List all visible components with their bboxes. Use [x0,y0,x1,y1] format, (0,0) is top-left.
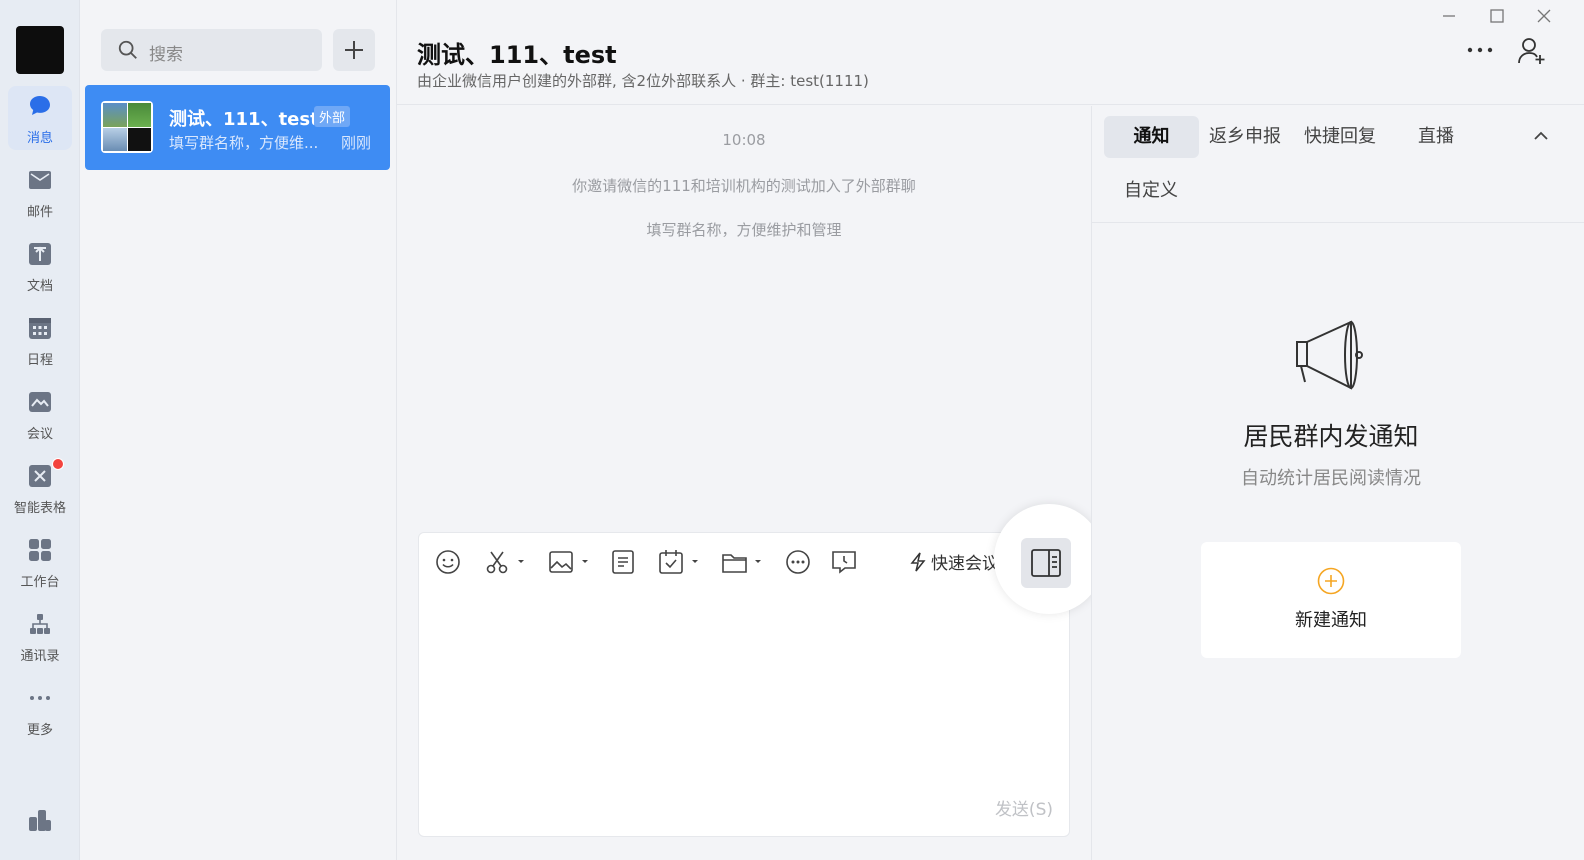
chat-history-button[interactable] [831,549,857,575]
conversation-preview: 填写群名称，方便维... [169,134,319,152]
emoji-button[interactable] [435,549,461,575]
nav-rail: 消息 邮件 文档 日程 会议 智能表格 工作台 通讯录 更多 [0,0,80,860]
chat-title: 测试、111、test [417,41,617,69]
system-message: 填写群名称，方便维护和管理 [646,221,842,239]
search-input[interactable]: 搜索 [101,29,322,71]
maximize-icon[interactable] [1487,6,1507,26]
nav-item-calendar[interactable]: 日程 [8,308,72,372]
side-panel: 通知 返乡申报 快捷回复 直播 自定义 居民群内发通知 自动统计居民阅读情况 新… [1091,106,1584,860]
megaphone-icon [1296,320,1363,390]
system-message: 你邀请微信的111和培训机构的测试加入了外部群聊 [572,177,916,195]
external-tag: 外部 [314,106,351,127]
file-button[interactable] [722,549,766,575]
nav-label: 更多 [26,723,53,738]
tab-notice[interactable]: 通知 [1104,116,1199,158]
nav-item-workbench[interactable]: 工作台 [8,530,72,594]
schedule-button[interactable] [659,549,703,575]
conversation-list-panel: 搜索 测试、111、test 外部 填写群名称，方便维... 刚刚 [80,0,397,860]
nav-label: 通讯录 [20,649,60,664]
workbench-icon [29,539,51,561]
conversation-time: 刚刚 [341,134,372,152]
folder-icon [722,554,761,573]
more-tools-button[interactable] [785,549,811,575]
nav-label: 文档 [26,279,53,294]
quick-meeting-label: 快速会议 [931,554,999,574]
chat-header: 测试、111、test 由企业微信用户创建的外部群, 含2位外部联系人 · 群主… [397,0,1584,105]
document-button[interactable] [611,549,635,575]
nav-label: 工作台 [20,575,60,590]
nav-item-more[interactable]: 更多 [8,678,72,742]
add-button[interactable] [333,29,375,71]
nav-item-messages[interactable]: 消息 [8,86,72,150]
nav-item-meeting[interactable]: 会议 [8,382,72,446]
nav-item-contacts[interactable]: 通讯录 [8,604,72,668]
settings-icon[interactable] [28,808,52,832]
conversation-title: 测试、111、test [169,109,319,130]
nav-label: 会议 [26,427,53,442]
chat-history-icon [832,551,856,574]
calendar-icon [29,318,51,339]
screenshot-button[interactable] [485,549,529,575]
chat-subtitle: 由企业微信用户创建的外部群, 含2位外部联系人 · 群主: test(1111) [417,72,869,90]
new-notice-button[interactable]: 新建通知 [1201,542,1461,658]
quick-meeting-button[interactable]: 快速会议 [909,549,999,574]
message-composer[interactable]: 快速会议 发送(S) [418,532,1070,837]
plus-circle-icon [1317,567,1345,595]
tab-live[interactable]: 直播 [1406,116,1466,158]
notice-subtitle: 自动统计居民阅读情况 [1241,468,1421,489]
send-button[interactable]: 发送(S) [995,795,1053,820]
nav-item-docs[interactable]: 文档 [8,234,72,298]
smart-table-icon [29,465,51,487]
calendar-check-icon [659,550,698,574]
user-avatar[interactable] [16,26,64,74]
nav-item-mail[interactable]: 邮件 [8,160,72,224]
message-timestamp: 10:08 [722,131,766,149]
document-icon [612,550,634,574]
lightning-icon [910,552,926,572]
conversation-item[interactable]: 测试、111、test 外部 填写群名称，方便维... 刚刚 [85,85,390,170]
tabs-divider [1092,222,1584,223]
mail-icon [29,171,51,189]
tab-custom[interactable]: 自定义 [1112,170,1190,212]
chevron-up-icon[interactable] [1532,129,1550,143]
tab-quick-reply[interactable]: 快捷回复 [1292,116,1388,158]
add-member-icon[interactable] [1517,36,1547,66]
more-options-icon[interactable] [1465,38,1495,62]
notice-title: 居民群内发通知 [1243,422,1419,451]
plus-icon [345,41,363,59]
image-icon [549,551,588,573]
sidepanel-icon [1031,549,1061,577]
more-circle-icon [786,550,810,574]
search-placeholder: 搜索 [149,45,183,65]
nav-label: 消息 [26,131,53,146]
doc-icon [29,243,51,265]
tab-return-report[interactable]: 返乡申报 [1197,116,1293,158]
meeting-icon [29,392,51,412]
image-button[interactable] [549,549,593,575]
group-avatar [101,101,153,153]
more-icon [30,696,50,700]
contacts-icon [30,614,50,634]
search-icon [118,40,137,59]
new-notice-label: 新建通知 [1295,610,1367,631]
chat-icon [30,96,50,115]
minimize-icon[interactable] [1439,6,1459,26]
scissors-icon [486,551,524,574]
close-icon[interactable] [1534,6,1554,26]
nav-label: 智能表格 [13,501,66,516]
nav-label: 邮件 [26,205,53,220]
emoji-icon [436,550,460,574]
notification-badge [52,458,64,470]
nav-label: 日程 [26,353,53,368]
nav-item-smart-table[interactable]: 智能表格 [8,456,72,520]
toggle-sidepanel-highlight [994,504,1104,614]
toggle-sidepanel-button[interactable] [1021,538,1071,588]
